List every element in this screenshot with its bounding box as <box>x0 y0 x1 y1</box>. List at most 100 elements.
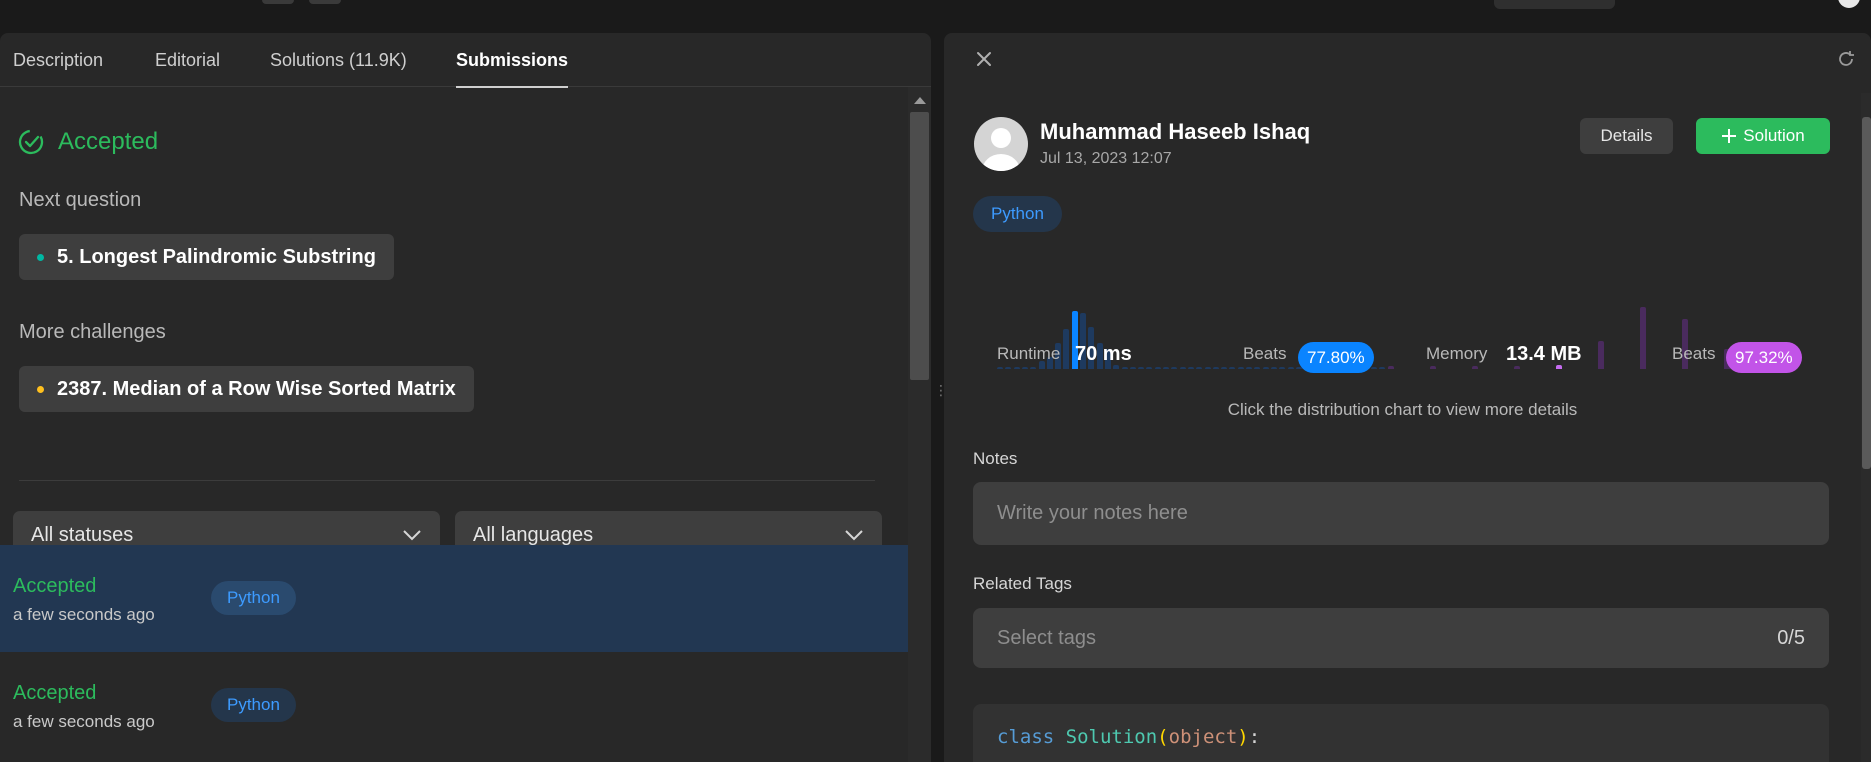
runtime-distribution-bar[interactable] <box>1287 367 1294 369</box>
runtime-distribution-bar[interactable] <box>1196 367 1203 369</box>
runtime-distribution-bar[interactable] <box>1378 367 1385 369</box>
runtime-distribution-bar[interactable] <box>1121 367 1128 369</box>
chevron-down-icon <box>403 530 421 541</box>
runtime-distribution-bar[interactable] <box>1063 329 1070 369</box>
notes-input[interactable]: Write your notes here <box>973 482 1829 545</box>
submission-time: a few seconds ago <box>13 605 155 624</box>
runtime-distribution-bar[interactable] <box>1171 367 1178 369</box>
user-name[interactable]: Muhammad Haseeb Ishaq <box>1040 119 1310 145</box>
memory-beats-badge: 97.32% <box>1726 342 1802 373</box>
top-navbar <box>0 0 1871 20</box>
runtime-distribution-bar[interactable] <box>1204 367 1211 369</box>
code-paren: ( <box>1157 726 1169 748</box>
runtime-distribution-bar[interactable] <box>1246 367 1252 369</box>
runtime-distribution-bar[interactable] <box>1229 367 1236 369</box>
memory-distribution-bar[interactable] <box>1430 366 1436 369</box>
code-keyword: class <box>997 726 1055 748</box>
submission-date: Jul 13, 2023 12:07 <box>1040 150 1172 167</box>
runtime-distribution-bar[interactable] <box>997 367 1003 369</box>
scrollbar-thumb[interactable] <box>910 112 929 380</box>
runtime-distribution-bar[interactable] <box>1262 367 1269 369</box>
divider <box>19 480 875 481</box>
runtime-distribution-bar[interactable] <box>1179 367 1186 369</box>
tab-description[interactable]: Description <box>13 33 103 87</box>
runtime-distribution-bar[interactable] <box>1254 367 1261 369</box>
runtime-distribution-bar[interactable] <box>1146 367 1153 369</box>
memory-distribution-bar[interactable] <box>1598 341 1604 369</box>
runtime-label: Runtime <box>997 344 1061 363</box>
memory-distribution-bar[interactable] <box>1472 366 1478 369</box>
avatar[interactable] <box>1838 0 1860 8</box>
runtime-distribution-bar[interactable] <box>1138 367 1145 369</box>
solution-label: Solution <box>1743 126 1805 145</box>
refresh-icon[interactable] <box>1836 49 1856 69</box>
runtime-distribution-bar[interactable] <box>1154 367 1161 369</box>
submission-row[interactable]: Accepted a few seconds ago Python <box>0 652 908 759</box>
code-class-name: Solution <box>1065 726 1158 748</box>
nav-pill-button[interactable] <box>1494 0 1615 9</box>
runtime-distribution-bar[interactable] <box>1030 367 1037 369</box>
runtime-distribution-bar[interactable] <box>1163 367 1169 369</box>
tags-select[interactable]: Select tags 0/5 <box>973 608 1829 668</box>
scroll-up-arrow-icon[interactable] <box>914 97 926 104</box>
runtime-distribution-bar[interactable] <box>1005 367 1012 369</box>
close-icon[interactable] <box>972 47 996 71</box>
tab-submissions[interactable]: Submissions <box>456 33 569 88</box>
check-circle-icon <box>18 129 44 155</box>
code-arg: object <box>1168 726 1238 748</box>
code-paren: ) <box>1237 726 1249 748</box>
tab-editorial[interactable]: Editorial <box>155 33 220 87</box>
details-button[interactable]: Details <box>1580 118 1673 154</box>
runtime-distribution-bar[interactable] <box>1270 367 1277 369</box>
memory-distribution-bar[interactable] <box>1514 366 1520 369</box>
next-question-title: 5. Longest Palindromic Substring <box>57 245 376 268</box>
next-question-label: Next question <box>19 189 142 211</box>
runtime-distribution-bar[interactable] <box>1279 367 1286 369</box>
nav-button[interactable] <box>309 0 341 4</box>
scrollbar[interactable] <box>908 87 931 762</box>
scrollbar[interactable] <box>1861 93 1871 762</box>
memory-label: Memory <box>1426 344 1488 363</box>
user-icon <box>982 128 1020 171</box>
memory-beats-label: Beats <box>1672 344 1716 363</box>
tags-placeholder: Select tags <box>997 626 1096 649</box>
code-block[interactable]: class Solution(object): <box>973 704 1829 762</box>
panel-resize-handle[interactable]: ⋮ <box>934 383 948 415</box>
language-filter-value: All languages <box>473 523 594 546</box>
memory-distribution-bar[interactable] <box>1388 366 1394 369</box>
difficulty-dot <box>37 385 44 393</box>
runtime-distribution-bar[interactable] <box>1370 367 1377 369</box>
runtime-beats-label: Beats <box>1243 344 1287 363</box>
status-filter-value: All statuses <box>31 523 134 546</box>
submission-status: Accepted <box>13 682 97 704</box>
more-challenge-link[interactable]: 2387. Median of a Row Wise Sorted Matrix <box>19 366 474 412</box>
runtime-distribution-bar[interactable] <box>1187 367 1194 369</box>
submission-row[interactable]: Accepted a few seconds ago Python <box>0 545 908 652</box>
submission-status: Accepted <box>13 575 97 597</box>
add-solution-button[interactable]: Solution <box>1696 118 1830 154</box>
left-panel: Description Editorial Solutions (11.9K) … <box>0 33 931 762</box>
tab-solutions[interactable]: Solutions (11.9K) <box>270 33 407 87</box>
runtime-distribution-bar[interactable] <box>1013 367 1020 369</box>
runtime-distribution-bar[interactable] <box>1129 367 1136 369</box>
runtime-distribution-bar[interactable] <box>1221 367 1228 369</box>
runtime-distribution-bar[interactable] <box>1237 367 1244 369</box>
runtime-value: 70 ms <box>1075 343 1132 365</box>
tab-bar: Description Editorial Solutions (11.9K) … <box>0 33 931 88</box>
tags-count: 0/5 <box>1777 626 1805 649</box>
nav-button[interactable] <box>262 0 294 4</box>
difficulty-dot <box>37 253 44 261</box>
next-question-link[interactable]: 5. Longest Palindromic Substring <box>19 234 394 280</box>
status-text: Accepted <box>58 128 159 155</box>
runtime-beats-badge: 77.80% <box>1298 342 1374 373</box>
chevron-down-icon <box>845 530 863 541</box>
runtime-distribution-bar[interactable] <box>1212 367 1219 369</box>
user-avatar[interactable] <box>974 117 1028 171</box>
submission-time: a few seconds ago <box>13 712 155 731</box>
language-badge: Python <box>973 196 1062 232</box>
memory-distribution-bar[interactable] <box>1640 307 1646 369</box>
runtime-distribution-bar[interactable] <box>1021 367 1028 369</box>
chart-hint: Click the distribution chart to view mor… <box>1227 400 1578 419</box>
submission-status: Accepted <box>18 128 158 156</box>
notes-label: Notes <box>973 449 1018 468</box>
